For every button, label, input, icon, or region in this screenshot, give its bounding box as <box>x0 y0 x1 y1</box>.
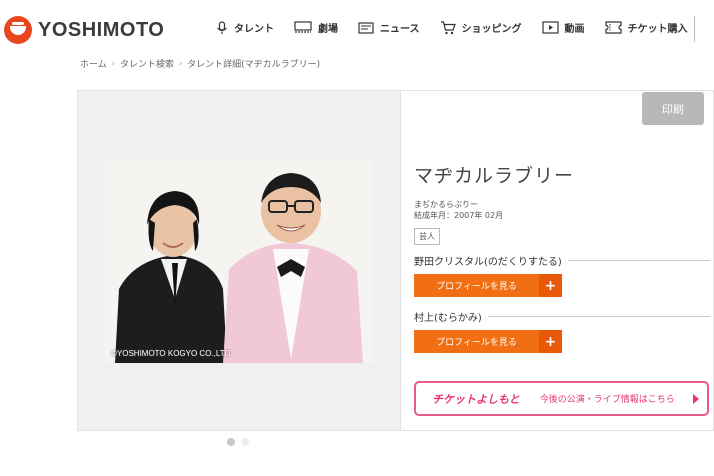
site-header: YOSHIMOTO タレント 劇場 ニュース ショッピング 動画 チケット購入 <box>0 0 714 58</box>
breadcrumb-current: タレント詳細(マヂカルラブリー) <box>187 60 321 70</box>
cart-icon <box>440 20 456 34</box>
member-block: 野田クリスタル(のだくりすたる) プロフィールを見る + <box>414 253 710 297</box>
microphone-icon <box>217 20 227 34</box>
ticket-banner-text: 今後の公演・ライブ情報はこちら <box>539 395 675 405</box>
nav-item-news[interactable]: ニュース <box>358 20 420 35</box>
carousel-dots <box>227 438 255 446</box>
news-icon <box>358 21 374 34</box>
nav-item-ticket[interactable]: チケット購入 <box>604 20 688 35</box>
arrow-right-icon <box>693 394 699 404</box>
view-profile-button[interactable]: プロフィールを見る + <box>414 274 562 297</box>
breadcrumb: ホーム › タレント検索 › タレント詳細(マヂカルラブリー) <box>80 57 320 70</box>
talent-detail-panel: ©YOSHIMOTO KOGYO CO.,LTD 印刷 マヂカルラブリー まぢか… <box>77 90 714 431</box>
talent-meta: まぢかるらぶりー 結成年月：2007年 02月 <box>414 199 710 221</box>
member-name-row: 野田クリスタル(のだくりすたる) <box>414 253 710 268</box>
breadcrumb-home[interactable]: ホーム <box>80 57 107 70</box>
main-nav: タレント 劇場 ニュース ショッピング 動画 チケット購入 <box>216 20 708 35</box>
nav-label: タレント <box>234 24 274 35</box>
talent-name: マヂカルラブリー <box>414 165 575 187</box>
plus-icon: + <box>539 274 562 297</box>
print-button[interactable]: 印刷 <box>642 92 704 125</box>
member-divider <box>567 260 710 261</box>
ticket-icon <box>604 21 622 34</box>
talent-formed: 結成年月：2007年 02月 <box>414 211 504 220</box>
carousel-dot[interactable] <box>227 438 235 446</box>
ticket-yoshimoto-logo: チケットよしもと <box>432 392 520 406</box>
member-name: 村上(むらかみ) <box>414 313 482 324</box>
member-name-row: 村上(むらかみ) <box>414 309 710 324</box>
category-tag[interactable]: 芸人 <box>414 228 440 245</box>
nav-label: ショッピング <box>461 24 522 35</box>
member-block: 村上(むらかみ) プロフィールを見る + <box>414 309 710 353</box>
nav-label: 劇場 <box>318 24 338 35</box>
photo-area: ©YOSHIMOTO KOGYO CO.,LTD <box>78 91 401 430</box>
carousel-dot[interactable] <box>241 438 249 446</box>
talent-reading: まぢかるらぶりー <box>414 200 478 209</box>
photo-copyright: ©YOSHIMOTO KOGYO CO.,LTD <box>111 349 231 358</box>
breadcrumb-talent-search[interactable]: タレント検索 <box>120 57 174 70</box>
logo-mark-icon <box>4 16 32 44</box>
yoshimoto-logo[interactable]: YOSHIMOTO <box>4 15 164 45</box>
view-profile-label: プロフィールを見る <box>436 282 517 292</box>
talent-photo-illustration <box>105 159 373 363</box>
breadcrumb-separator-icon: › <box>178 59 183 68</box>
ticket-yoshimoto-banner[interactable]: チケットよしもと 今後の公演・ライブ情報はこちら <box>414 381 709 416</box>
video-icon <box>541 21 559 34</box>
nav-item-talent[interactable]: タレント <box>216 20 274 35</box>
nav-label: 動画 <box>564 24 585 35</box>
logo-text: YOSHIMOTO <box>38 18 165 41</box>
nav-item-theater[interactable]: 劇場 <box>294 20 338 35</box>
talent-photo: ©YOSHIMOTO KOGYO CO.,LTD <box>105 159 373 363</box>
nav-label: ニュース <box>380 24 420 35</box>
member-name: 野田クリスタル(のだくりすたる) <box>414 257 562 268</box>
nav-divider <box>694 16 695 42</box>
theater-icon <box>294 21 312 33</box>
nav-item-video[interactable]: 動画 <box>541 20 585 35</box>
talent-info: マヂカルラブリー まぢかるらぶりー 結成年月：2007年 02月 芸人 野田クリ… <box>414 161 710 353</box>
plus-icon: + <box>539 330 562 353</box>
view-profile-button[interactable]: プロフィールを見る + <box>414 330 562 353</box>
member-divider <box>487 316 710 317</box>
view-profile-label: プロフィールを見る <box>436 338 517 348</box>
nav-label: チケット購入 <box>627 24 688 35</box>
nav-item-shopping[interactable]: ショッピング <box>440 20 522 35</box>
breadcrumb-separator-icon: › <box>111 59 115 68</box>
